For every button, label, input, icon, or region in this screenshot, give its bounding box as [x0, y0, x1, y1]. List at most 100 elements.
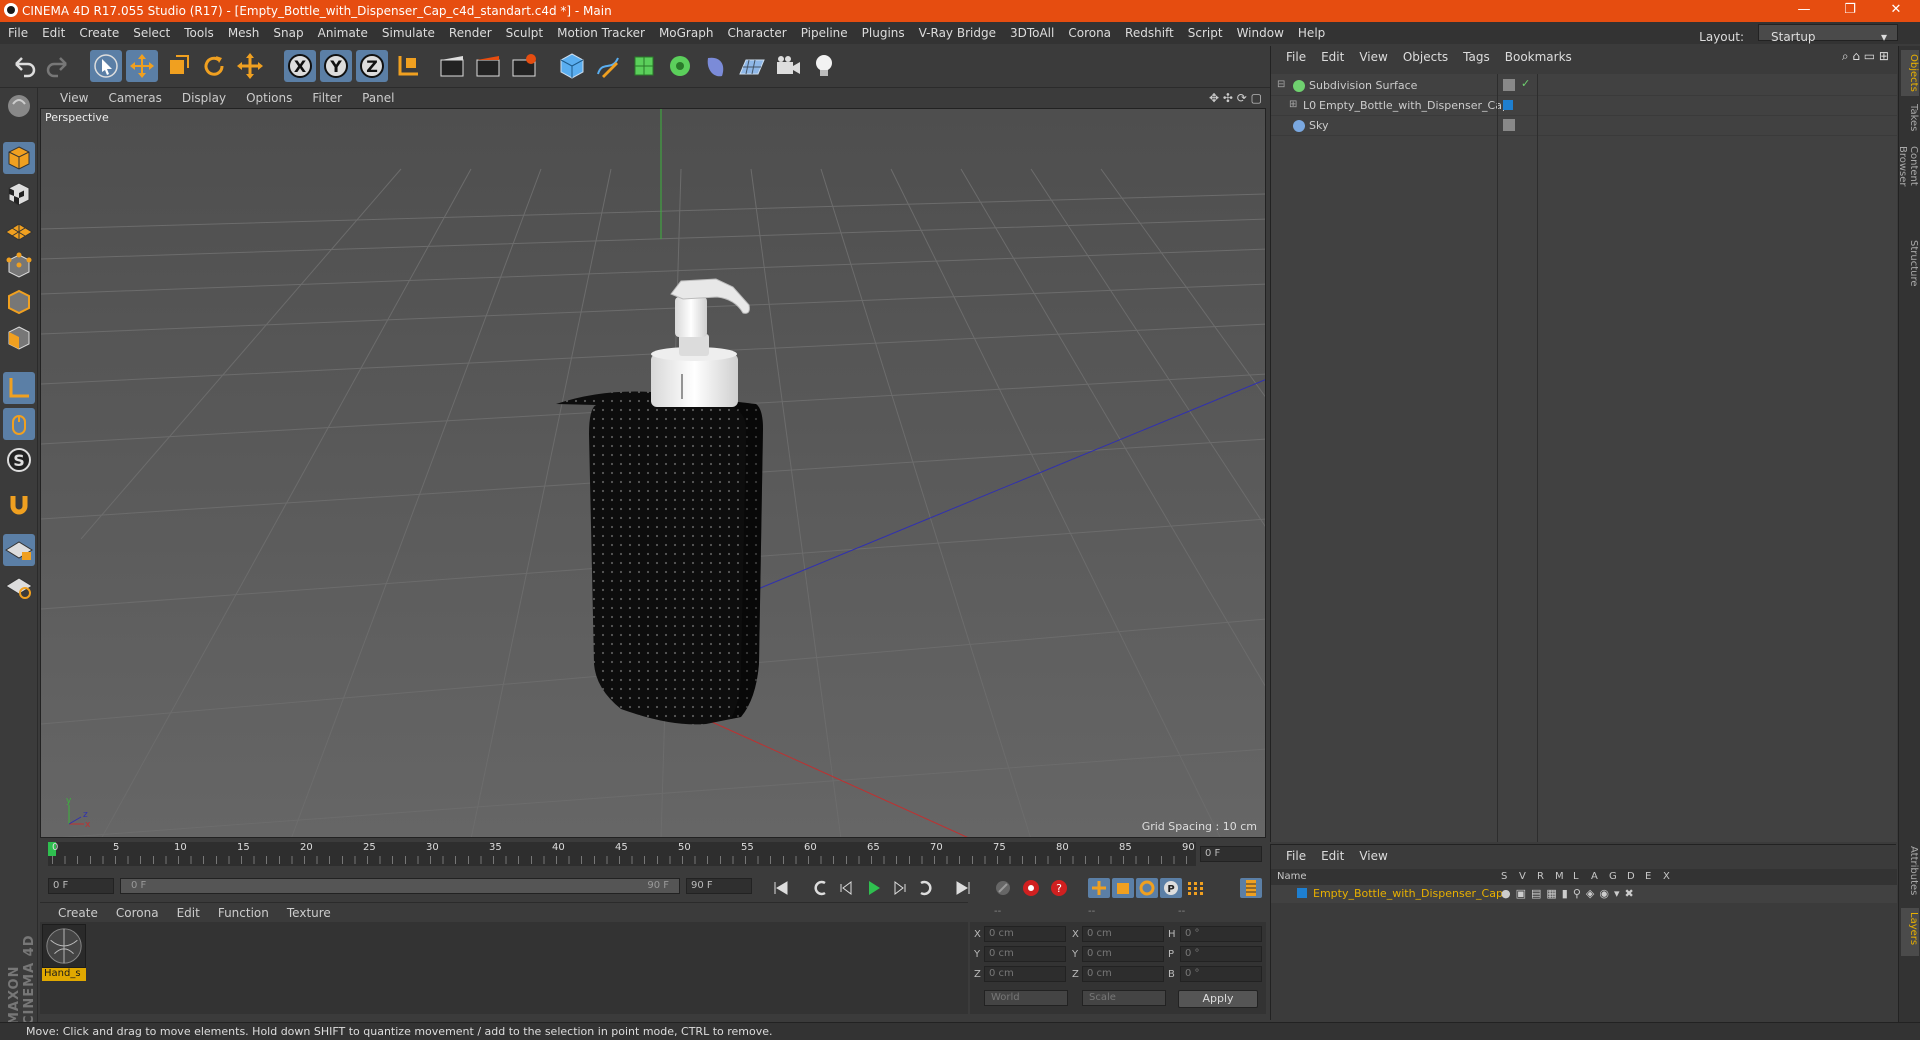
tab-takes[interactable]: Takes	[1901, 100, 1919, 138]
menu-create[interactable]: Create	[71, 22, 125, 40]
size-z-field[interactable]: 0 cm	[1082, 966, 1164, 982]
menu-motion-tracker[interactable]: Motion Tracker	[549, 22, 651, 40]
preview-range-slider[interactable]: 0 F 90 F	[120, 878, 680, 894]
planar-workplane-button[interactable]	[3, 570, 35, 602]
object-manager-nav-icons[interactable]: ⌕ ⌂ ▭ ⊞	[1842, 49, 1889, 64]
autokey-button[interactable]	[1020, 878, 1042, 898]
timeline-ruler[interactable]: 0 5 10 15 20 25 30 35 40 45 50 55 60 65 …	[40, 840, 1266, 874]
cloner-button[interactable]	[664, 50, 696, 82]
size-y-field[interactable]: 0 cm	[1082, 946, 1164, 962]
apply-button[interactable]: Apply	[1178, 990, 1258, 1008]
key-scale-button[interactable]	[1112, 878, 1134, 898]
layer-column-name[interactable]: Name	[1277, 871, 1307, 882]
menu-plugins[interactable]: Plugins	[854, 22, 911, 40]
model-mode-button[interactable]	[3, 142, 35, 174]
tree-row-empty-bottle[interactable]: ⊞ L0 Empty_Bottle_with_Dispenser_Cap	[1271, 96, 1897, 116]
viewport-menu-cameras[interactable]: Cameras	[88, 88, 161, 105]
camera-button[interactable]	[772, 50, 804, 82]
viewport-menu-view[interactable]: View	[40, 88, 88, 105]
redo-button[interactable]	[42, 50, 74, 82]
viewport-menu-options[interactable]: Options	[226, 88, 292, 105]
layer-column-locked[interactable]: L	[1573, 871, 1579, 882]
menu-edit[interactable]: Edit	[34, 22, 71, 40]
texture-mode-button[interactable]	[3, 178, 35, 210]
layer-color-icon[interactable]	[1503, 100, 1513, 110]
layer-column-xref[interactable]: X	[1663, 871, 1670, 882]
minimize-button[interactable]: —	[1784, 2, 1824, 20]
menu-mograph[interactable]: MoGraph	[651, 22, 720, 40]
enabled-check-icon[interactable]: ✓	[1521, 77, 1530, 90]
menu-tools[interactable]: Tools	[176, 22, 220, 40]
next-key-button[interactable]	[914, 878, 936, 898]
key-position-button[interactable]	[1088, 878, 1110, 898]
layer-column-solo[interactable]: S	[1501, 871, 1507, 882]
object-menu-objects[interactable]: Objects	[1388, 46, 1448, 64]
z-axis-lock-button[interactable]: Z	[356, 50, 388, 82]
position-x-field[interactable]: 0 cm	[984, 926, 1066, 942]
layer-column-view[interactable]: V	[1519, 871, 1526, 882]
material-menu-function[interactable]: Function	[200, 903, 269, 920]
current-frame-field[interactable]: 0 F	[1200, 846, 1262, 862]
render-to-picture-viewer-button[interactable]	[472, 50, 504, 82]
object-name[interactable]: Sky	[1309, 119, 1328, 132]
position-y-field[interactable]: 0 cm	[984, 946, 1066, 962]
recent-tool-button[interactable]	[234, 50, 266, 82]
layer-column-animation[interactable]: A	[1591, 871, 1598, 882]
rotation-p-field[interactable]: 0 °	[1180, 946, 1262, 962]
tab-objects[interactable]: Objects	[1901, 50, 1919, 96]
object-name[interactable]: Subdivision Surface	[1309, 79, 1417, 92]
position-z-field[interactable]: 0 cm	[984, 966, 1066, 982]
layer-toggle-icons[interactable]: ●▣▤▦▮⚲◈◉▾✖	[1501, 887, 1639, 900]
render-view-button[interactable]	[436, 50, 468, 82]
object-menu-view[interactable]: View	[1344, 46, 1387, 64]
axis-mode-button[interactable]	[3, 372, 35, 404]
material-menu-corona[interactable]: Corona	[98, 903, 159, 920]
undo-button[interactable]	[8, 50, 40, 82]
timeline-window-button[interactable]	[1240, 878, 1262, 898]
viewport-menu-filter[interactable]: Filter	[292, 88, 342, 105]
restore-button[interactable]: ❐	[1830, 2, 1870, 20]
tab-attributes[interactable]: Attributes	[1901, 842, 1919, 906]
x-axis-lock-button[interactable]: X	[284, 50, 316, 82]
layer-color-swatch[interactable]	[1297, 888, 1307, 898]
viewport-nav-icons[interactable]: ✥ ✣ ⟳ ▢	[1209, 91, 1262, 105]
menu-script[interactable]: Script	[1180, 22, 1229, 40]
menu-file[interactable]: File	[0, 22, 34, 40]
edges-mode-button[interactable]	[3, 286, 35, 318]
key-pla-button[interactable]	[1184, 878, 1206, 898]
layout-select[interactable]: Startup ▾	[1758, 24, 1898, 44]
menu-sculpt[interactable]: Sculpt	[498, 22, 549, 40]
y-axis-lock-button[interactable]: Y	[320, 50, 352, 82]
tab-structure[interactable]: Structure	[1901, 236, 1919, 296]
layer-row[interactable]: Empty_Bottle_with_Dispenser_Cap ●▣▤▦▮⚲◈◉…	[1271, 885, 1897, 903]
key-rotation-button[interactable]	[1136, 878, 1158, 898]
material-menu-texture[interactable]: Texture	[269, 903, 331, 920]
size-mode-select[interactable]: Scale	[1082, 990, 1166, 1006]
object-name[interactable]: Empty_Bottle_with_Dispenser_Cap	[1319, 99, 1509, 112]
snap-button[interactable]: S	[3, 444, 35, 476]
editor-visibility-icon[interactable]	[1503, 119, 1515, 131]
expand-icon[interactable]: ⊞	[1289, 99, 1297, 110]
go-to-start-button[interactable]	[770, 878, 792, 898]
collapse-icon[interactable]: ⊟	[1277, 79, 1285, 90]
previous-frame-button[interactable]	[836, 878, 858, 898]
material-thumbnail[interactable]	[42, 924, 86, 968]
size-x-field[interactable]: 0 cm	[1082, 926, 1164, 942]
coordinate-space-select[interactable]: World	[984, 990, 1068, 1006]
menu-help[interactable]: Help	[1290, 22, 1331, 40]
enable-snap-button[interactable]	[3, 488, 35, 520]
menu-corona[interactable]: Corona	[1060, 22, 1117, 40]
menu-pipeline[interactable]: Pipeline	[793, 22, 854, 40]
menu-simulate[interactable]: Simulate	[374, 22, 441, 40]
viewport-camera-label[interactable]: Perspective	[45, 111, 109, 124]
next-frame-button[interactable]	[888, 878, 910, 898]
floor-button[interactable]	[736, 50, 768, 82]
start-frame-field[interactable]: 0 F	[48, 878, 114, 894]
keyframe-selection-button[interactable]: ?	[1048, 878, 1070, 898]
material-menu-edit[interactable]: Edit	[159, 903, 200, 920]
tree-row-subdivision-surface[interactable]: ⊟ Subdivision Surface ✓	[1271, 76, 1897, 96]
rotation-h-field[interactable]: 0 °	[1180, 926, 1262, 942]
rotate-tool-button[interactable]	[198, 50, 230, 82]
layer-column-manager[interactable]: M	[1555, 871, 1564, 882]
menu-select[interactable]: Select	[125, 22, 176, 40]
